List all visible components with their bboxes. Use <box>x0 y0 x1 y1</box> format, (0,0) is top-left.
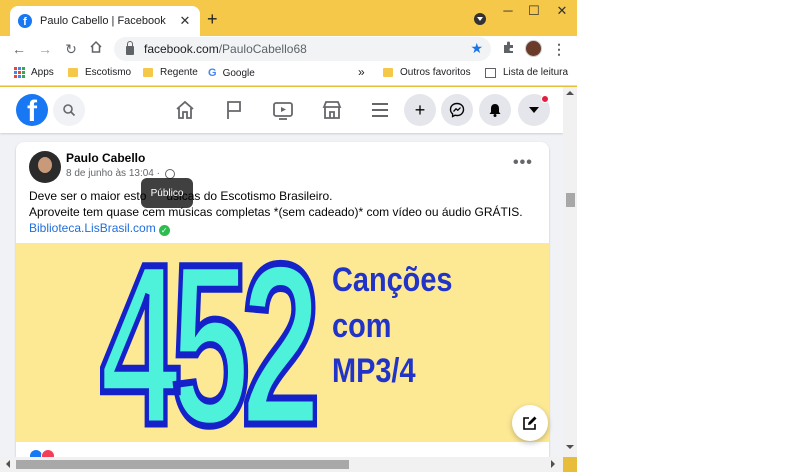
menu-hamburger-icon[interactable] <box>368 98 392 122</box>
bookmark-apps[interactable]: Apps <box>14 67 54 78</box>
vertical-scrollbar[interactable] <box>563 87 577 457</box>
folder-icon <box>143 68 153 77</box>
chrome-menu-icon[interactable]: ⋮ <box>550 40 568 58</box>
post-options-icon[interactable]: ••• <box>513 154 533 172</box>
forward-arrow-icon[interactable]: → <box>36 40 54 58</box>
back-arrow-icon[interactable]: ← <box>10 40 28 58</box>
search-button[interactable] <box>53 94 85 126</box>
lock-icon <box>126 40 134 55</box>
scroll-down-icon[interactable] <box>566 445 574 453</box>
create-plus-button[interactable]: + <box>404 94 436 126</box>
scroll-right-icon[interactable] <box>551 460 559 468</box>
facebook-navbar: f + <box>0 87 563 133</box>
post-link[interactable]: Biblioteca.LisBrasil.com <box>29 221 156 235</box>
bookmark-regente[interactable]: Regente <box>143 67 198 78</box>
url-text: facebook.com/PauloCabello68 <box>144 42 307 56</box>
minimize-icon[interactable]: ─ <box>494 4 522 18</box>
facebook-favicon-icon: f <box>18 14 32 28</box>
folder-icon <box>68 68 78 77</box>
post-card: Paulo Cabello 8 de junho às 13:04 · ••• … <box>16 142 549 457</box>
image-text-line1: Canções <box>332 261 453 299</box>
verified-check-icon: ✓ <box>158 225 170 236</box>
tab-search-icon[interactable] <box>474 13 486 25</box>
reactions-bar <box>16 442 549 457</box>
apps-grid-icon <box>14 67 25 78</box>
bell-icon <box>489 104 501 117</box>
scroll-left-icon[interactable] <box>2 460 10 468</box>
reload-icon[interactable]: ↻ <box>62 40 80 58</box>
folder-icon <box>383 68 393 77</box>
bookmark-google[interactable]: G Google <box>208 67 255 79</box>
love-reaction-icon[interactable] <box>41 449 55 457</box>
post-image[interactable]: 452 Canções com MP3/4 <box>16 243 549 442</box>
bookmark-star-icon[interactable]: ★ <box>470 40 483 57</box>
scroll-up-icon[interactable] <box>566 87 574 95</box>
pages-flag-icon[interactable] <box>222 98 246 122</box>
new-tab-button[interactable]: + <box>207 9 218 29</box>
facebook-page: f + Paulo Cabello 8 de junho às 13:04 · … <box>0 87 563 457</box>
vertical-scroll-thumb[interactable] <box>566 193 575 207</box>
browser-toolbar: ← → ↻ facebook.com/PauloCabello68 ★ ⋮ <box>0 36 577 62</box>
notifications-button[interactable] <box>479 94 511 126</box>
privacy-tooltip: Público <box>141 178 193 208</box>
reading-list-icon <box>485 67 496 78</box>
messenger-button[interactable] <box>441 94 473 126</box>
maximize-icon[interactable]: ☐ <box>520 4 548 18</box>
tab-title: Paulo Cabello | Facebook <box>40 15 166 27</box>
compose-icon <box>523 416 537 430</box>
home-icon[interactable] <box>87 40 105 58</box>
notification-badge <box>541 95 549 103</box>
tab-strip: f Paulo Cabello | Facebook ✕ + ─ ☐ ✕ <box>0 0 577 36</box>
extensions-icon[interactable] <box>499 40 517 58</box>
home-nav-icon[interactable] <box>173 98 197 122</box>
window-close-icon[interactable]: ✕ <box>548 4 576 18</box>
image-text-line2: com <box>332 307 392 345</box>
post-text: Deve ser o maior esto úsicas do Escotism… <box>29 189 523 236</box>
bookmarks-bar: Apps Escotismo Regente G Google » Outros… <box>0 62 577 86</box>
post-author[interactable]: Paulo Cabello <box>66 151 145 165</box>
address-bar[interactable]: facebook.com/PauloCabello68 ★ <box>114 37 491 61</box>
bookmark-outros-favoritos[interactable]: Outros favoritos <box>383 67 471 78</box>
marketplace-icon[interactable] <box>320 98 344 122</box>
search-icon <box>63 104 76 117</box>
facebook-logo[interactable]: f <box>16 94 48 126</box>
image-text-line3: MP3/4 <box>332 352 416 390</box>
browser-tab[interactable]: f Paulo Cabello | Facebook ✕ <box>10 6 200 36</box>
messenger-icon <box>449 102 465 118</box>
image-number: 452 <box>98 243 323 442</box>
horizontal-scroll-thumb[interactable] <box>16 460 349 469</box>
browser-window: f Paulo Cabello | Facebook ✕ + ─ ☐ ✕ ← →… <box>0 0 577 472</box>
new-message-button[interactable] <box>512 405 548 441</box>
author-avatar[interactable] <box>29 151 61 183</box>
bookmarks-overflow-button[interactable]: » <box>358 65 365 79</box>
globe-icon[interactable] <box>164 168 175 179</box>
profile-avatar[interactable] <box>525 40 542 57</box>
reading-list-button[interactable]: Lista de leitura <box>485 67 568 78</box>
tab-close-icon[interactable]: ✕ <box>178 13 192 29</box>
horizontal-scrollbar[interactable] <box>0 457 563 472</box>
watch-video-icon[interactable] <box>271 98 295 122</box>
bookmark-escotismo[interactable]: Escotismo <box>68 67 131 78</box>
caret-down-icon <box>529 107 539 113</box>
google-icon: G <box>208 67 217 79</box>
